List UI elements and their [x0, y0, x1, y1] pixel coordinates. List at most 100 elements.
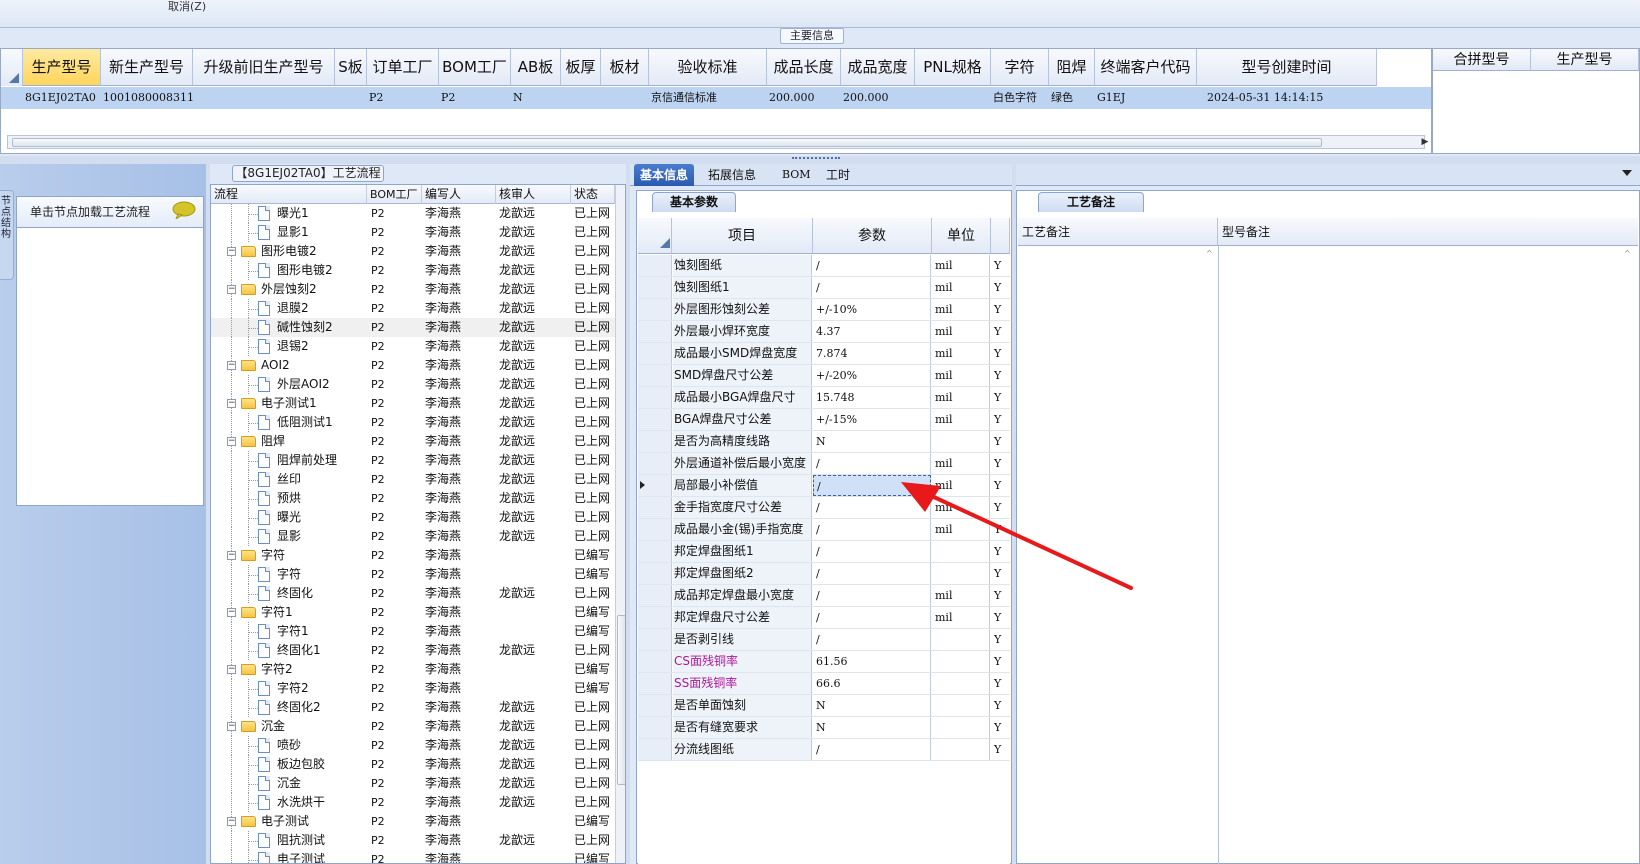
main-grid-cell-12[interactable]: [915, 87, 991, 109]
tab-dropdown-icon[interactable]: [1622, 170, 1632, 176]
param-value-cell[interactable]: N: [813, 717, 931, 738]
main-grid-cell-5[interactable]: P2: [439, 87, 511, 109]
tab-extended-info[interactable]: 拓展信息: [702, 164, 762, 186]
param-row[interactable]: 是否单面蚀刻 N Y: [638, 695, 1010, 717]
tree-item-row[interactable]: 字符 P2 李海燕 已编写: [211, 565, 615, 584]
param-value-cell[interactable]: 7.874: [813, 343, 931, 364]
tree-item-row[interactable]: 终固化2 P2 李海燕 龙歆远 已上网: [211, 698, 615, 717]
param-row[interactable]: 蚀刻图纸1/mil Y: [638, 277, 1010, 299]
tree-folder-row[interactable]: − 字符 P2 李海燕 已编写: [211, 546, 615, 565]
tree-folder-row[interactable]: − 字符2 P2 李海燕 已编写: [211, 660, 615, 679]
scrollbar-thumb[interactable]: [617, 615, 625, 785]
row-indicator[interactable]: [638, 387, 672, 408]
tree-item-row[interactable]: 字符1 P2 李海燕 已编写: [211, 622, 615, 641]
row-indicator[interactable]: [638, 739, 672, 760]
param-row[interactable]: 蚀刻图纸 / mil Y: [638, 255, 1010, 277]
production-model-header[interactable]: 生产型号: [1531, 49, 1639, 71]
param-row[interactable]: 是否剥引线 / Y: [638, 629, 1010, 651]
collapse-icon[interactable]: −: [227, 437, 236, 446]
row-indicator[interactable]: [638, 607, 672, 628]
main-grid-cell-2[interactable]: [193, 87, 335, 109]
tree-folder-row[interactable]: − 阻焊 P2 李海燕 龙歆远 已上网: [211, 432, 615, 451]
tree-col-status[interactable]: 状态: [571, 185, 615, 204]
horizontal-scrollbar[interactable]: [7, 135, 1425, 149]
main-grid-col-11[interactable]: 成品宽度: [841, 49, 915, 86]
main-grid-cell-8[interactable]: [601, 87, 649, 109]
tree-col-reviewer[interactable]: 核审人: [496, 185, 571, 204]
main-grid-col-2[interactable]: 升级前旧生产型号: [193, 49, 335, 86]
param-row[interactable]: 成品最小SMD焊盘宽度 7.874 mil Y: [638, 343, 1010, 365]
tree-item-row[interactable]: 图形电镀2 P2 李海燕 龙歆远 已上网: [211, 261, 615, 280]
tree-col-bom-factory[interactable]: BOM工厂: [367, 185, 422, 204]
row-indicator[interactable]: [638, 321, 672, 342]
main-grid-col-7[interactable]: 板厚: [561, 49, 601, 86]
main-grid-col-12[interactable]: PNL规格: [915, 49, 991, 86]
tree-folder-row[interactable]: − 图形电镀2 P2 李海燕 龙歆远 已上网: [211, 242, 615, 261]
tree-item-row[interactable]: 低阻测试1 P2 李海燕 龙歆远 已上网: [211, 413, 615, 432]
param-value-cell[interactable]: 61.56: [813, 651, 931, 672]
main-grid-cell-15[interactable]: G1EJ: [1095, 87, 1197, 109]
row-indicator[interactable]: [638, 475, 672, 496]
param-value-cell[interactable]: +/-10%: [813, 299, 931, 320]
middle-vertical-splitter[interactable]: [626, 164, 630, 864]
collapse-icon[interactable]: −: [227, 608, 236, 617]
splitter-grip-icon[interactable]: [792, 157, 840, 162]
collapse-icon[interactable]: −: [227, 361, 236, 370]
collapse-icon[interactable]: −: [227, 722, 236, 731]
tree-vertical-scrollbar[interactable]: [615, 185, 625, 863]
main-grid-cell-0[interactable]: 8G1EJ02TA0: [23, 87, 101, 109]
row-indicator[interactable]: [638, 651, 672, 672]
tree-item-row[interactable]: 阻抗测试 P2 李海燕 龙歆远 已上网: [211, 831, 615, 850]
collapse-icon[interactable]: −: [227, 247, 236, 256]
main-grid-col-1[interactable]: 新生产型号: [101, 49, 193, 86]
basic-params-title[interactable]: 基本参数: [652, 192, 736, 212]
tree-col-flow[interactable]: 流程: [211, 185, 367, 204]
param-value-cell[interactable]: 4.37: [813, 321, 931, 342]
param-row[interactable]: 外层图形蚀刻公差 +/-10% mil Y: [638, 299, 1010, 321]
param-row[interactable]: SMD焊盘尺寸公差 +/-20% mil Y: [638, 365, 1010, 387]
main-grid-col-16[interactable]: 型号创建时间: [1197, 49, 1377, 86]
tree-item-row[interactable]: 终固化1 P2 李海燕 龙歆远 已上网: [211, 641, 615, 660]
collapse-icon[interactable]: −: [227, 399, 236, 408]
collapse-icon[interactable]: −: [227, 285, 236, 294]
tree-folder-row[interactable]: − AOI2 P2 李海燕 龙歆远 已上网: [211, 356, 615, 375]
param-value-cell[interactable]: N: [813, 695, 931, 716]
tree-item-row[interactable]: 碱性蚀刻2 P2 李海燕 龙歆远 已上网: [211, 318, 615, 337]
param-value-cell[interactable]: N: [813, 431, 931, 452]
tree-item-row[interactable]: 电子测试 P2 李海燕 已编写: [211, 850, 615, 863]
param-row[interactable]: CS面残铜率 61.56 Y: [638, 651, 1010, 673]
main-grid-col-9[interactable]: 验收标准: [649, 49, 767, 86]
main-grid-cell-7[interactable]: [561, 87, 601, 109]
scroll-up-icon[interactable]: ^: [1624, 250, 1632, 258]
param-value-cell[interactable]: /: [813, 453, 931, 474]
row-indicator[interactable]: [638, 277, 672, 298]
tab-bom[interactable]: BOM: [776, 164, 817, 186]
main-grid-cell-4[interactable]: P2: [367, 87, 439, 109]
speech-bubble-icon[interactable]: [172, 201, 196, 219]
param-row[interactable]: 外层通道补偿后最小宽度 / mil Y: [638, 453, 1010, 475]
row-indicator[interactable]: [638, 585, 672, 606]
param-row[interactable]: SS面残铜率 66.6 Y: [638, 673, 1010, 695]
collapse-icon[interactable]: −: [227, 665, 236, 674]
tree-item-row[interactable]: 水洗烘干 P2 李海燕 龙歆远 已上网: [211, 793, 615, 812]
row-indicator[interactable]: [638, 695, 672, 716]
param-row[interactable]: 是否有缝宽要求 N Y: [638, 717, 1010, 739]
tab-basic-info[interactable]: 基本信息: [634, 164, 695, 186]
main-grid-cell-1[interactable]: 10010800083115: [101, 87, 193, 109]
collapse-icon[interactable]: −: [227, 817, 236, 826]
main-grid-cell-16[interactable]: 2024-05-31 14:14:15: [1197, 87, 1377, 109]
param-value-cell[interactable]: 15.748: [813, 387, 931, 408]
main-grid-col-3[interactable]: S板: [335, 49, 367, 86]
tree-folder-row[interactable]: − 电子测试 P2 李海燕 已编写: [211, 812, 615, 831]
tree-item-row[interactable]: 曝光1 P2 李海燕 龙歆远 已上网: [211, 204, 615, 223]
bp-col-flag[interactable]: [991, 218, 1010, 254]
main-grid-col-6[interactable]: AB板: [511, 49, 561, 86]
tab-work-hours[interactable]: 工时: [820, 164, 856, 186]
bp-col-item[interactable]: 项目: [672, 218, 813, 254]
param-value-cell[interactable]: 66.6: [813, 673, 931, 694]
row-indicator[interactable]: [638, 673, 672, 694]
param-row[interactable]: 分流线图纸 / Y: [638, 739, 1010, 761]
tree-folder-row[interactable]: − 电子测试1 P2 李海燕 龙歆远 已上网: [211, 394, 615, 413]
bp-header-corner[interactable]: [638, 218, 672, 254]
bp-col-param[interactable]: 参数: [813, 218, 932, 254]
